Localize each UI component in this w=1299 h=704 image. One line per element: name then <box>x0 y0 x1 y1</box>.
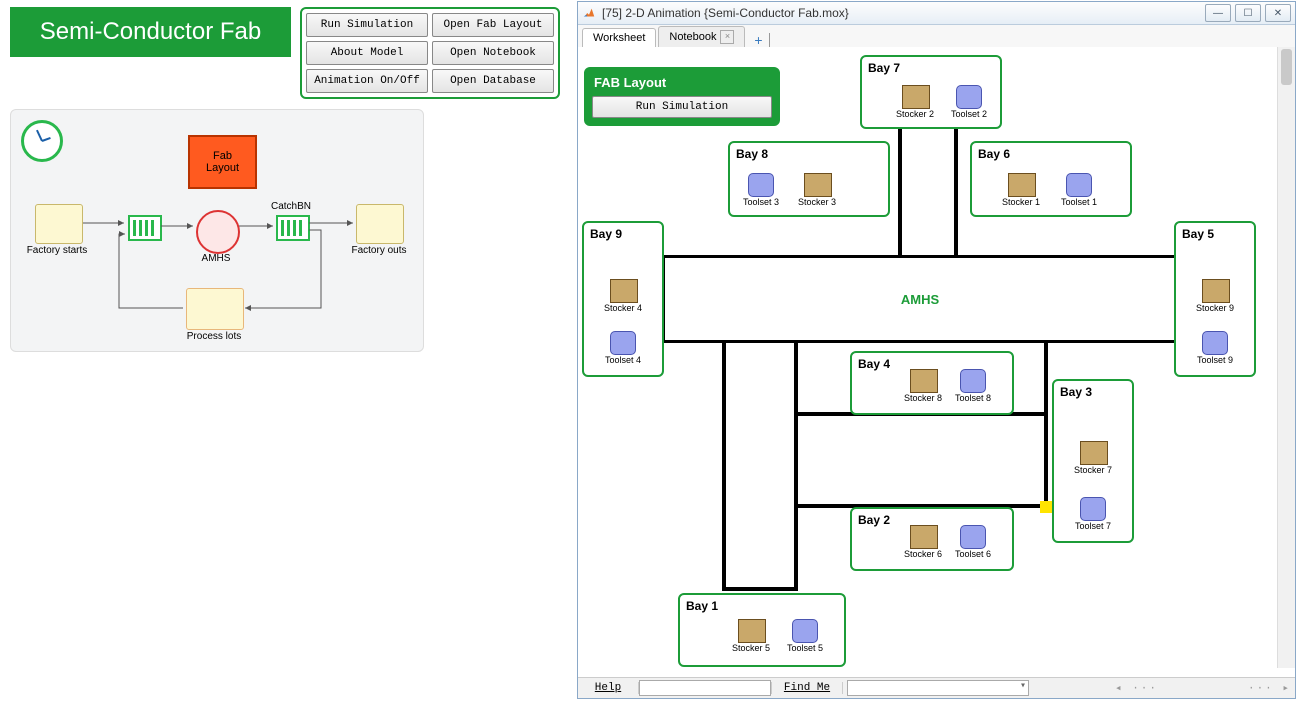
about-model-button[interactable]: About Model <box>306 41 428 65</box>
bay-7[interactable]: Bay 7 Stocker 2 Toolset 2 <box>860 55 1002 129</box>
open-database-button[interactable]: Open Database <box>432 69 554 93</box>
toolset-8[interactable] <box>960 369 986 393</box>
factory-outs-label: Factory outs <box>339 245 419 256</box>
bay-3[interactable]: Bay 3 Stocker 7 Toolset 7 <box>1052 379 1134 543</box>
bay-4[interactable]: Bay 4 Stocker 8 Toolset 8 <box>850 351 1014 415</box>
model-flow-canvas[interactable]: Fab Layout Factory starts AMHS CatchBN F… <box>10 109 424 352</box>
factory-starts-node[interactable] <box>35 204 83 244</box>
toolset-6[interactable] <box>960 525 986 549</box>
fab-run-simulation-button[interactable]: Run Simulation <box>592 96 772 118</box>
queue-block-right[interactable] <box>276 215 310 241</box>
control-button-panel: Run Simulation Open Fab Layout About Mod… <box>300 7 560 99</box>
stocker-9[interactable] <box>1202 279 1230 303</box>
bay-2[interactable]: Bay 2 Stocker 6 Toolset 6 <box>850 507 1014 571</box>
window-title: [75] 2-D Animation {Semi-Conductor Fab.m… <box>602 6 849 20</box>
status-bar: Help Find Me ◂ ··· ··· ▸ <box>578 677 1295 698</box>
toolset-4[interactable] <box>610 331 636 355</box>
catch-bn-label: CatchBN <box>251 201 331 212</box>
stocker-7[interactable] <box>1080 441 1108 465</box>
stocker-3[interactable] <box>804 173 832 197</box>
vertical-scrollbar[interactable] <box>1277 47 1295 668</box>
stocker-6[interactable] <box>910 525 938 549</box>
status-combo[interactable] <box>847 680 1029 696</box>
stocker-4[interactable] <box>610 279 638 303</box>
close-button[interactable]: ✕ <box>1265 4 1291 22</box>
process-lots-label: Process lots <box>174 331 254 342</box>
clock-icon <box>21 120 63 162</box>
track-vert-top-right <box>954 127 958 257</box>
nav-left-icon[interactable]: ◂ ··· <box>1115 681 1158 695</box>
stocker-2[interactable] <box>902 85 930 109</box>
run-simulation-button[interactable]: Run Simulation <box>306 13 428 37</box>
bay-8[interactable]: Bay 8 Toolset 3 Stocker 3 <box>728 141 890 217</box>
tab-bar: Worksheet Notebook× + <box>578 25 1295 48</box>
track-vert-top <box>898 127 902 257</box>
amhs-label: AMHS <box>176 253 256 264</box>
minimize-button[interactable]: — <box>1205 4 1231 22</box>
open-notebook-button[interactable]: Open Notebook <box>432 41 554 65</box>
track-vert-mid2 <box>794 340 798 590</box>
tab-close-icon[interactable]: × <box>720 30 734 44</box>
amhs-node[interactable] <box>196 210 240 254</box>
maximize-button[interactable]: ☐ <box>1235 4 1261 22</box>
fab-layout-panel: FAB Layout Run Simulation <box>584 67 780 126</box>
toolset-5[interactable] <box>792 619 818 643</box>
app-icon <box>582 6 596 20</box>
track-vert-right1 <box>1044 340 1048 510</box>
amhs-track[interactable]: AMHS <box>662 255 1178 343</box>
stocker-1[interactable] <box>1008 173 1036 197</box>
layout-canvas[interactable]: FAB Layout Run Simulation AMHS Bay 7 Sto… <box>578 47 1278 668</box>
bay-1[interactable]: Bay 1 Stocker 5 Toolset 5 <box>678 593 846 667</box>
tab-separator <box>769 33 770 47</box>
bay-9[interactable]: Bay 9 Stocker 4 Toolset 4 <box>582 221 664 377</box>
tab-notebook[interactable]: Notebook× <box>658 26 745 47</box>
app-title: Semi-Conductor Fab <box>10 7 291 57</box>
help-link[interactable]: Help <box>578 682 639 694</box>
process-lots-node[interactable] <box>186 288 244 330</box>
fab-layout-title: FAB Layout <box>586 69 778 96</box>
fab-layout-node[interactable]: Fab Layout <box>188 135 257 189</box>
factory-outs-node[interactable] <box>356 204 404 244</box>
stocker-8[interactable] <box>910 369 938 393</box>
nav-right-icon[interactable]: ··· ▸ <box>1248 681 1291 695</box>
status-search-input[interactable] <box>639 680 771 696</box>
add-tab-button[interactable]: + <box>751 33 765 47</box>
factory-starts-label: Factory starts <box>17 245 97 256</box>
track-vert-mid <box>722 340 726 590</box>
toolset-7[interactable] <box>1080 497 1106 521</box>
tab-worksheet[interactable]: Worksheet <box>582 28 656 47</box>
bay-6[interactable]: Bay 6 Stocker 1 Toolset 1 <box>970 141 1132 217</box>
find-me-link[interactable]: Find Me <box>771 682 843 694</box>
toolset-9[interactable] <box>1202 331 1228 355</box>
toolset-2[interactable] <box>956 85 982 109</box>
track-horiz-bot <box>722 587 798 591</box>
animation-window: [75] 2-D Animation {Semi-Conductor Fab.m… <box>577 1 1296 699</box>
window-titlebar[interactable]: [75] 2-D Animation {Semi-Conductor Fab.m… <box>578 2 1295 25</box>
bay-5[interactable]: Bay 5 Stocker 9 Toolset 9 <box>1174 221 1256 377</box>
open-fab-layout-button[interactable]: Open Fab Layout <box>432 13 554 37</box>
toolset-1[interactable] <box>1066 173 1092 197</box>
agv-marker <box>1040 501 1052 513</box>
queue-block-left[interactable] <box>128 215 162 241</box>
toolset-3[interactable] <box>748 173 774 197</box>
animation-toggle-button[interactable]: Animation On/Off <box>306 69 428 93</box>
stocker-5[interactable] <box>738 619 766 643</box>
